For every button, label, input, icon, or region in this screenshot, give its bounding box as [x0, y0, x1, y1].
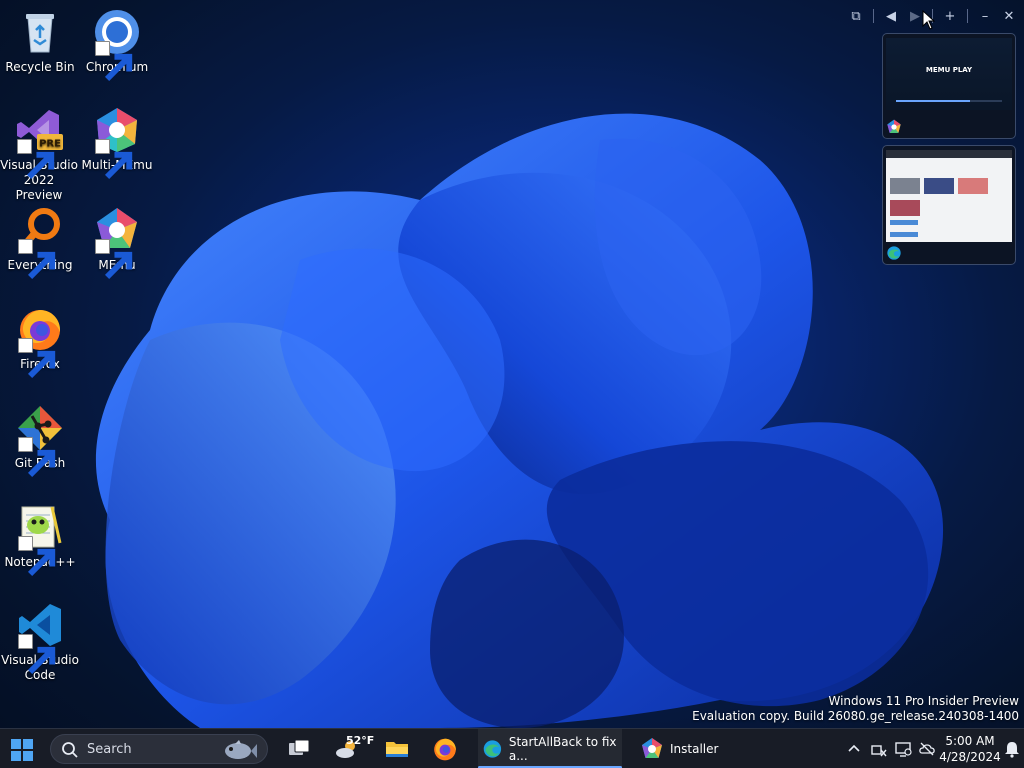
toolbar-divider — [967, 9, 968, 23]
next-arrow-icon[interactable]: ▶ — [908, 9, 922, 24]
clock-date: 4/28/2024 — [939, 750, 1001, 764]
previous-arrow-icon[interactable]: ◀ — [884, 9, 898, 24]
taskbar-task-edge[interactable]: StartAllBack to fix a... — [478, 729, 622, 768]
tray-cloud-icon[interactable] — [918, 740, 936, 758]
chevron-up-icon — [848, 744, 860, 752]
tray-display-icon[interactable] — [894, 740, 912, 758]
shortcut-arrow-icon — [18, 239, 56, 280]
mouse-cursor-icon — [922, 10, 936, 30]
desktop-icon-memu[interactable]: MEmu — [77, 206, 157, 280]
desktop-icon-git-bash[interactable]: Git Bash — [0, 404, 80, 478]
desktop-icon-recycle-bin[interactable]: Recycle Bin — [0, 8, 80, 75]
edge-icon — [887, 246, 901, 260]
task-view-button[interactable] — [286, 736, 312, 762]
monitor-icon — [895, 742, 912, 757]
desktop-icon-firefox[interactable]: Firefox — [0, 305, 80, 379]
windows-watermark: Windows 11 Pro Insider Preview Evaluatio… — [692, 694, 1019, 724]
watermark-edition: Windows 11 Pro Insider Preview — [828, 694, 1019, 708]
memu-icon — [642, 738, 662, 758]
weather-temperature: 52°F — [346, 734, 375, 747]
desktop-icon-multi-memu[interactable]: Multi-MEmu — [77, 106, 157, 180]
add-icon[interactable]: + — [943, 9, 957, 24]
shortcut-arrow-icon — [18, 338, 56, 379]
notifications-button[interactable] — [1003, 740, 1021, 758]
taskbar-clock[interactable]: 5:00 AM 4/28/2024 — [938, 733, 1002, 765]
desktop-icon-label: Recycle Bin — [5, 60, 75, 74]
shortcut-arrow-icon — [95, 41, 133, 82]
task-view-icon — [289, 739, 310, 755]
taskbar-task-label: Installer — [670, 742, 719, 756]
desktop-icon-notepadpp[interactable]: Notepad++ — [0, 503, 80, 577]
search-highlight-fish-icon — [225, 740, 257, 759]
window-thumbnail-edge[interactable] — [882, 145, 1016, 265]
recycle-bin-icon — [26, 14, 54, 53]
search-placeholder: Search — [87, 742, 132, 757]
desktop-icon-visual-studio-preview[interactable]: PRE Visual Studio 2022 Preview — [0, 106, 78, 203]
file-explorer-icon — [386, 742, 408, 757]
taskbar: Search 52°F StartAllBack to fix a... Ins… — [0, 728, 1024, 768]
network-disconnected-icon — [871, 745, 887, 757]
search-icon — [62, 742, 78, 758]
close-icon[interactable]: ✕ — [1002, 9, 1016, 24]
firefox-icon — [434, 738, 456, 761]
firefox-taskbar-button[interactable] — [432, 736, 458, 762]
shortcut-arrow-icon — [95, 239, 133, 280]
taskbar-search-box[interactable]: Search — [50, 734, 268, 764]
desktop-icon-chromium[interactable]: Chromium — [77, 8, 157, 82]
memu-brand-text: MEMU PLAY — [925, 66, 973, 74]
watermark-build: Evaluation copy. Build 26080.ge_release.… — [692, 709, 1019, 723]
clock-time: 5:00 AM — [945, 734, 995, 748]
taskbar-task-installer[interactable]: Installer — [640, 729, 740, 768]
tray-network-icon[interactable] — [870, 740, 888, 758]
thumbnail-progress-bar — [896, 100, 1002, 102]
shortcut-arrow-icon — [17, 139, 55, 180]
shortcut-arrow-icon — [18, 437, 56, 478]
shortcut-arrow-icon — [18, 634, 56, 675]
memu-icon — [887, 119, 901, 133]
taskbar-task-label: StartAllBack to fix a... — [508, 735, 617, 763]
file-explorer-button[interactable] — [384, 736, 410, 762]
minimize-icon[interactable]: – — [978, 9, 992, 24]
windows-start-icon[interactable] — [10, 738, 34, 762]
shortcut-arrow-icon — [18, 536, 56, 577]
toolbar-divider — [873, 9, 874, 23]
thumbnail-screen: MEMU PLAY — [886, 38, 1012, 110]
desktop-icon-everything[interactable]: Everything — [0, 206, 80, 280]
restore-icon[interactable]: ⧉ — [849, 9, 863, 24]
window-thumbnail-memu[interactable]: MEMU PLAY — [882, 33, 1016, 139]
shortcut-arrow-icon — [95, 139, 133, 180]
thumbnail-screen — [886, 150, 1012, 242]
show-hidden-icons-button[interactable] — [845, 740, 863, 758]
edge-icon — [483, 740, 502, 758]
cloud-off-icon — [919, 742, 935, 756]
bell-icon — [1005, 742, 1019, 758]
desktop-icon-vscode[interactable]: Visual Studio Code — [0, 601, 80, 683]
